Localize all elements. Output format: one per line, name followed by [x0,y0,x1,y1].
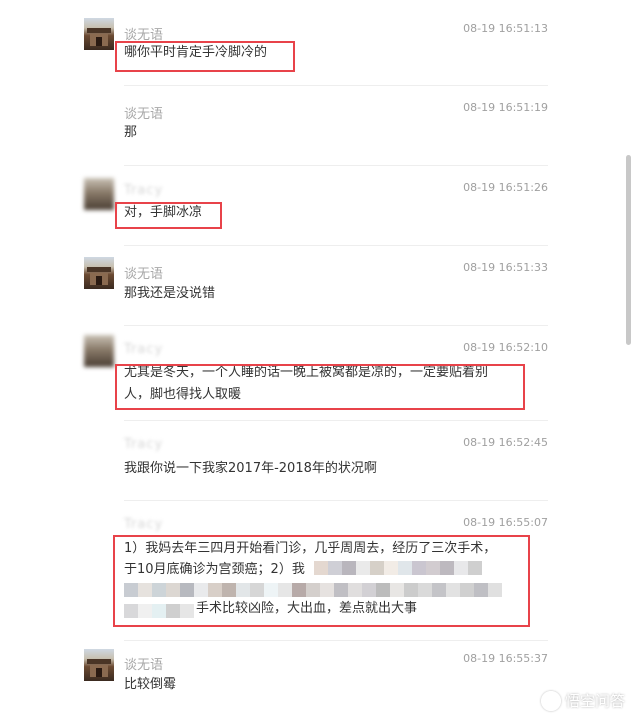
message-text: 我跟你说一下我家2017年-2018年的状况啊 [124,461,377,476]
avatar[interactable] [84,257,114,289]
sender-name: 谈无语 [124,267,164,282]
message-time: 08-19 16:52:10 [463,341,548,354]
message-time: 08-19 16:51:26 [463,181,548,194]
avatar[interactable] [84,335,114,367]
highlight-box [113,535,530,627]
sender-name: Tracy [124,183,164,198]
watermark-text: 悟空问答 [564,692,625,710]
sender-name: Tracy [124,437,164,452]
avatar[interactable] [84,18,114,50]
watermark: 悟空问答 [540,690,625,711]
message-time: 08-19 16:55:07 [463,516,548,529]
highlight-box [115,364,525,410]
sender-name: Tracy [124,517,164,532]
divider [124,245,548,246]
wukong-logo-icon [540,690,561,711]
divider [124,165,548,166]
sender-name: Tracy [124,342,164,357]
message-time: 08-19 16:51:33 [463,261,548,274]
avatar[interactable] [84,178,114,210]
highlight-box [115,41,295,72]
sender-name: 谈无语 [124,107,164,122]
avatar[interactable] [84,649,114,681]
divider [124,420,548,421]
divider [124,500,548,501]
divider [124,85,548,86]
message-time: 08-19 16:51:13 [463,22,548,35]
message-time: 08-19 16:51:19 [463,101,548,114]
message-text: 那我还是没说错 [124,286,216,301]
divider [124,325,548,326]
vertical-scrollbar[interactable] [626,155,631,345]
divider [124,640,548,641]
message-time: 08-19 16:52:45 [463,436,548,449]
chat-history-page: 谈无语 08-19 16:51:13 哪你平时肯定手冷脚冷的 谈无语 08-19… [0,0,633,715]
message-time: 08-19 16:55:37 [463,652,548,665]
highlight-box [115,202,222,229]
message-text: 比较倒霉 [124,677,177,692]
sender-name: 谈无语 [124,658,164,673]
message-text: 那 [124,125,138,140]
